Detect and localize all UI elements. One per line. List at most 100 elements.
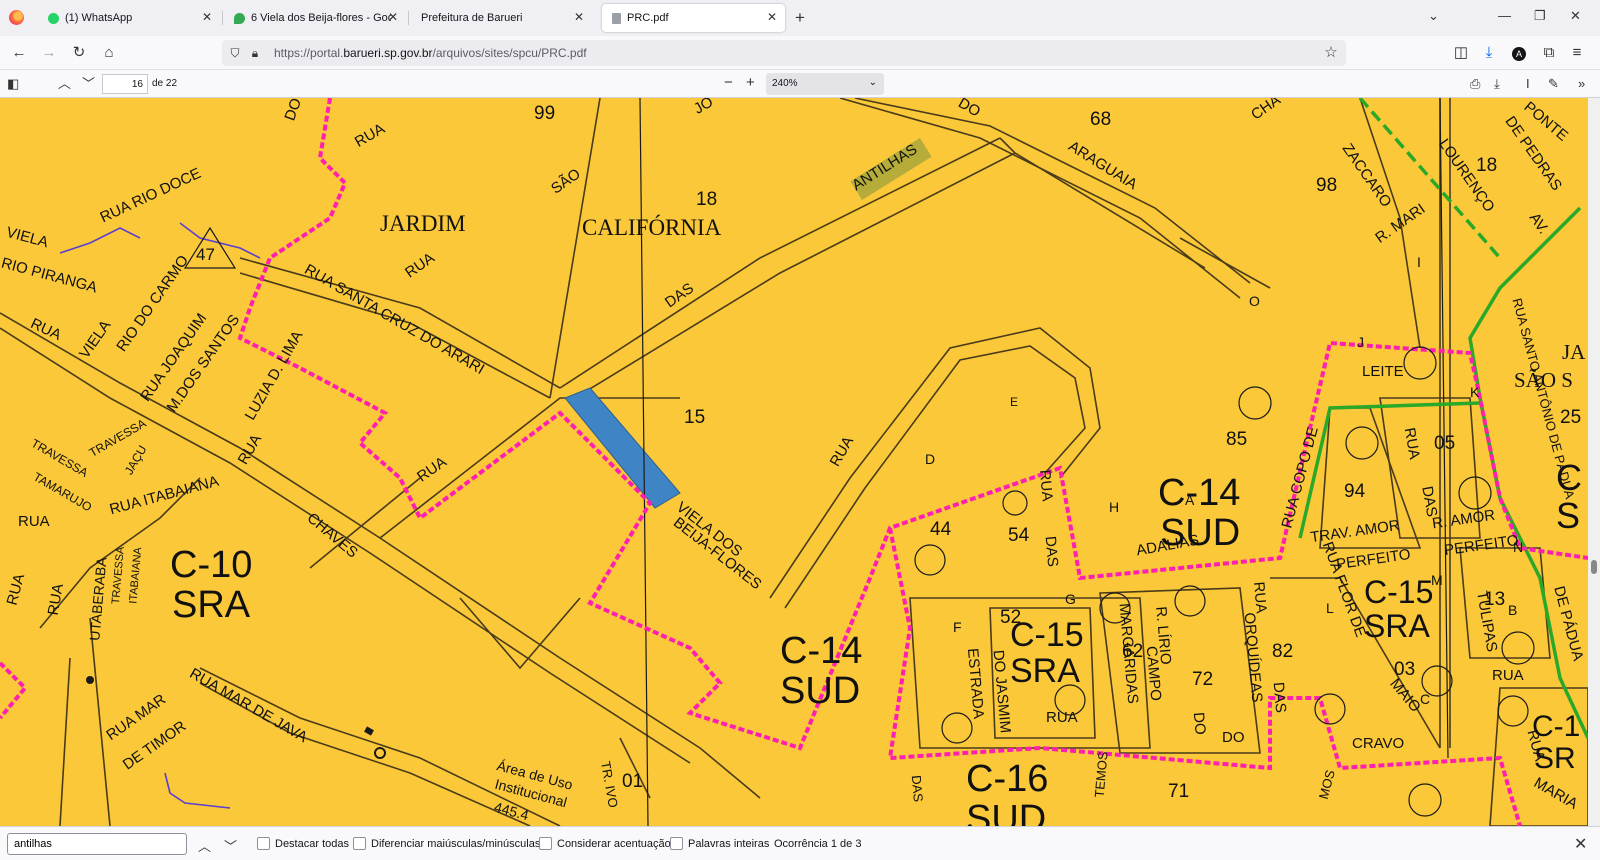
neighborhood-label: JARDIM: [380, 211, 466, 236]
lot-letter: A: [1185, 492, 1195, 508]
block-number: 18: [1476, 155, 1498, 176]
lot-letter: O: [1249, 293, 1260, 309]
street-label: RUA: [1492, 667, 1524, 684]
checkbox-box[interactable]: [539, 837, 552, 850]
vertical-scrollbar[interactable]: [1588, 98, 1600, 826]
close-tab-icon[interactable]: ✕: [200, 10, 214, 24]
url-bar[interactable]: ⛉ 🔒︎ https://portal.barueri.sp.gov.br/ar…: [222, 40, 1346, 66]
find-previous-icon[interactable]: ︿: [198, 836, 211, 855]
minimize-window-icon[interactable]: —: [1498, 8, 1511, 23]
street-label: DAS: [908, 774, 927, 803]
block-number: 52: [1000, 607, 1022, 628]
tab-prefeitura-barueri[interactable]: Prefeitura de Barueri ✕: [410, 4, 592, 32]
previous-page-icon[interactable]: ︿: [58, 76, 71, 92]
block-number: 82: [1272, 641, 1294, 662]
checkbox-label: Considerar acentuação: [557, 837, 671, 850]
lot-letter: E: [1010, 395, 1019, 409]
block-number: 68: [1090, 109, 1112, 130]
account-avatar-icon[interactable]: A: [1510, 44, 1528, 62]
match-case-checkbox[interactable]: Diferenciar maiúsculas/minúsculas: [353, 837, 540, 850]
tab-label: 6 Viela dos Beija-flores - Google: [251, 12, 391, 24]
scrollbar-thumb[interactable]: [1591, 560, 1597, 574]
checkbox-box[interactable]: [670, 837, 683, 850]
block-number: 72: [1192, 669, 1214, 690]
reload-icon[interactable]: ↻: [70, 44, 88, 62]
pdf-file-icon: [612, 12, 621, 24]
pdf-map-page[interactable]: JARDIM CALIFÓRNIA JA SÃO S C-10 SRA C-14…: [0, 98, 1588, 826]
whole-words-checkbox[interactable]: Palavras inteiras: [670, 837, 769, 850]
new-tab-plus-icon[interactable]: +: [795, 9, 805, 26]
close-window-icon[interactable]: ✕: [1570, 8, 1581, 24]
zone-code: C-15: [1364, 574, 1434, 610]
lock-icon[interactable]: 🔒︎: [246, 44, 264, 62]
zone-code: C-14: [1158, 472, 1241, 514]
close-tab-icon[interactable]: ✕: [765, 10, 779, 24]
url-prefix: https://portal.: [274, 46, 344, 60]
save-icon[interactable]: ⤓: [1494, 76, 1500, 92]
block-number: 71: [1168, 781, 1190, 802]
zone-type: SRA: [172, 584, 251, 626]
print-icon[interactable]: ⎙: [1470, 76, 1480, 92]
pocket-icon[interactable]: ◫: [1452, 44, 1470, 62]
match-diacritics-checkbox[interactable]: Considerar acentuação: [539, 837, 671, 850]
map-drawing: [0, 98, 1588, 826]
block-number: 85: [1226, 429, 1248, 450]
zone-type: SRA: [1364, 608, 1430, 644]
find-status: Ocorrência 1 de 3: [774, 838, 862, 850]
lot-letter: L: [1326, 600, 1334, 616]
lot-letter: K: [1470, 384, 1480, 400]
close-tab-icon[interactable]: ✕: [386, 10, 400, 24]
block-number: 98: [1316, 175, 1338, 196]
shield-icon[interactable]: ⛉: [226, 44, 244, 62]
extensions-puzzle-icon[interactable]: ⧉: [1540, 44, 1558, 62]
lot-letter: J: [1357, 334, 1364, 350]
block-number: 25: [1560, 407, 1582, 428]
tab-prc-pdf[interactable]: PRC.pdf ✕: [602, 4, 785, 32]
more-tools-icon[interactable]: »: [1578, 76, 1585, 92]
street-label: RUA: [18, 513, 50, 530]
block-number: 15: [684, 407, 706, 428]
back-arrow-icon[interactable]: ←: [10, 44, 28, 62]
restore-window-icon[interactable]: ❐: [1534, 8, 1546, 24]
checkbox-box[interactable]: [257, 837, 270, 850]
page-number-input[interactable]: 16: [102, 74, 148, 94]
zone-type: SRA: [1010, 652, 1080, 690]
app-menu-icon[interactable]: ≡: [1568, 44, 1586, 62]
text-tool-icon[interactable]: I: [1526, 76, 1530, 92]
zone-code: C-10: [170, 544, 253, 586]
bookmark-star-icon[interactable]: ☆: [1322, 44, 1340, 62]
block-number: 47: [196, 245, 215, 264]
zoom-in-icon[interactable]: +: [746, 75, 755, 91]
close-find-bar-icon[interactable]: ✕: [1574, 834, 1587, 854]
sidebar-toggle-icon[interactable]: ◧: [7, 76, 19, 92]
whatsapp-icon: [48, 12, 59, 24]
zone-type: SUD: [966, 798, 1047, 826]
navigation-bar: ← → ↻ ⌂ ⛉ 🔒︎ https://portal.barueri.sp.g…: [0, 36, 1600, 70]
highlight-all-checkbox[interactable]: Destacar todas: [257, 837, 349, 850]
zoom-value: 240%: [772, 78, 798, 89]
lot-letter: M: [1431, 572, 1443, 588]
block-number: 94: [1344, 481, 1366, 502]
zoom-select[interactable]: 240% ⌄: [766, 73, 884, 95]
next-page-icon[interactable]: ﹀: [82, 76, 95, 92]
find-input[interactable]: [7, 833, 187, 855]
zoom-out-icon[interactable]: −: [724, 75, 733, 91]
zone-type: SUD: [780, 670, 861, 712]
street-label: TEMOS: [1091, 750, 1111, 799]
list-all-tabs-chevron-icon[interactable]: ⌄: [1428, 8, 1439, 24]
firefox-logo-icon[interactable]: [9, 10, 24, 25]
forward-arrow-icon[interactable]: →: [40, 44, 58, 62]
close-tab-icon[interactable]: ✕: [572, 10, 586, 24]
checkbox-box[interactable]: [353, 837, 366, 850]
tab-google-maps[interactable]: 6 Viela dos Beija-flores - Google ✕: [224, 4, 406, 32]
downloads-icon[interactable]: ⤓: [1480, 44, 1498, 62]
street-label: DAS: [1041, 535, 1062, 568]
tab-strip: (1) WhatsApp ✕ 6 Viela dos Beija-flores …: [0, 0, 1600, 36]
find-next-icon[interactable]: ﹀: [224, 836, 237, 855]
tab-whatsapp[interactable]: (1) WhatsApp ✕: [38, 4, 220, 32]
draw-pen-icon[interactable]: ✎: [1548, 76, 1559, 92]
home-icon[interactable]: ⌂: [100, 44, 118, 62]
lot-letter: I: [1417, 254, 1421, 270]
url-text[interactable]: https://portal.barueri.sp.gov.br/arquivo…: [274, 46, 587, 60]
pdf-toolbar: ◧ ︿ ﹀ 16 de 22 − + 240% ⌄ ⎙ ⤓ I ✎ »: [0, 70, 1600, 98]
